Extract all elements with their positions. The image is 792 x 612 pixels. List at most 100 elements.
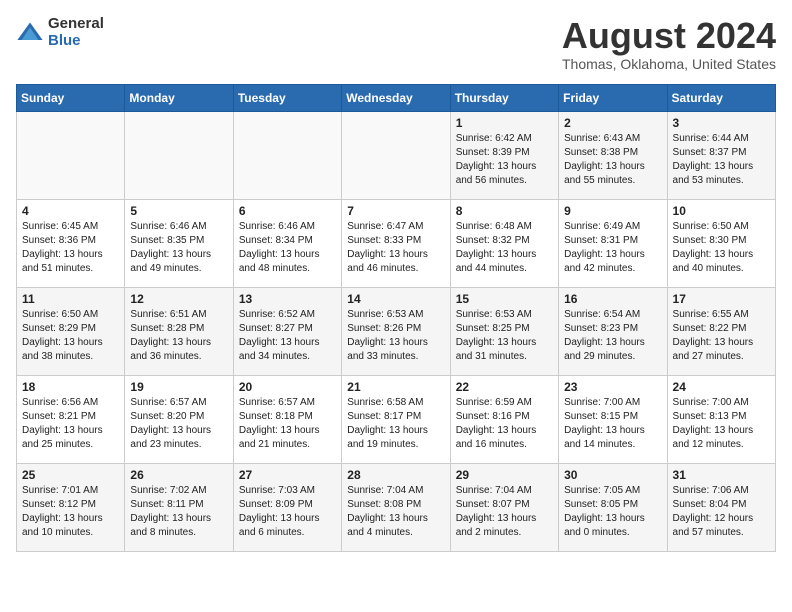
calendar-cell: 6Sunrise: 6:46 AM Sunset: 8:34 PM Daylig… bbox=[233, 199, 341, 287]
logo: General Blue bbox=[16, 16, 104, 49]
day-info: Sunrise: 7:00 AM Sunset: 8:15 PM Dayligh… bbox=[564, 396, 661, 452]
day-info: Sunrise: 6:58 AM Sunset: 8:17 PM Dayligh… bbox=[347, 396, 444, 452]
calendar-cell: 23 Sunrise: 7:00 AM Sunset: 8:15 PM Dayli… bbox=[559, 375, 667, 463]
day-number: 4 bbox=[22, 204, 119, 218]
day-number: 21 bbox=[347, 380, 444, 394]
calendar-cell: 11 Sunrise: 6:50 AM Sunset: 8:29 PM Dayli… bbox=[17, 287, 125, 375]
weekday-header-saturday: Saturday bbox=[667, 84, 775, 111]
day-number: 14 bbox=[347, 292, 444, 306]
calendar-table: SundayMondayTuesdayWednesdayThursdayFrid… bbox=[16, 84, 776, 552]
day-info: Sunrise: 6:50 AM Sunset: 8:29 PM Dayligh… bbox=[22, 308, 119, 364]
calendar-cell: 18 Sunrise: 6:56 AM Sunset: 8:21 PM Dayli… bbox=[17, 375, 125, 463]
day-info: Sunrise: 6:50 AM Sunset: 8:30 PM Dayligh… bbox=[673, 220, 770, 276]
day-info: Sunrise: 6:54 AM Sunset: 8:23 PM Dayligh… bbox=[564, 308, 661, 364]
weekday-header-thursday: Thursday bbox=[450, 84, 558, 111]
day-number: 28 bbox=[347, 468, 444, 482]
calendar-cell: 24 Sunrise: 7:00 AM Sunset: 8:13 PM Dayli… bbox=[667, 375, 775, 463]
weekday-header-monday: Monday bbox=[125, 84, 233, 111]
calendar-cell: 25 Sunrise: 7:01 AM Sunset: 8:12 PM Dayli… bbox=[17, 463, 125, 551]
day-number: 7 bbox=[347, 204, 444, 218]
calendar-cell: 15Sunrise: 6:53 AM Sunset: 8:25 PM Dayli… bbox=[450, 287, 558, 375]
day-number: 24 bbox=[673, 380, 770, 394]
day-info: Sunrise: 6:51 AM Sunset: 8:28 PM Dayligh… bbox=[130, 308, 227, 364]
calendar-cell: 27 Sunrise: 7:03 AM Sunset: 8:09 PM Dayli… bbox=[233, 463, 341, 551]
logo-icon bbox=[16, 19, 44, 47]
calendar-cell: 9 Sunrise: 6:49 AM Sunset: 8:31 PM Daylig… bbox=[559, 199, 667, 287]
month-year: August 2024 bbox=[562, 16, 776, 56]
day-info: Sunrise: 6:47 AM Sunset: 8:33 PM Dayligh… bbox=[347, 220, 444, 276]
day-info: Sunrise: 6:52 AM Sunset: 8:27 PM Dayligh… bbox=[239, 308, 336, 364]
calendar-cell: 8Sunrise: 6:48 AM Sunset: 8:32 PM Daylig… bbox=[450, 199, 558, 287]
page-header: General Blue August 2024 Thomas, Oklahom… bbox=[16, 16, 776, 72]
calendar-cell: 1Sunrise: 6:42 AM Sunset: 8:39 PM Daylig… bbox=[450, 111, 558, 199]
day-number: 18 bbox=[22, 380, 119, 394]
calendar-cell: 29Sunrise: 7:04 AM Sunset: 8:07 PM Dayli… bbox=[450, 463, 558, 551]
day-info: Sunrise: 7:02 AM Sunset: 8:11 PM Dayligh… bbox=[130, 484, 227, 540]
day-info: Sunrise: 7:00 AM Sunset: 8:13 PM Dayligh… bbox=[673, 396, 770, 452]
day-info: Sunrise: 6:44 AM Sunset: 8:37 PM Dayligh… bbox=[673, 132, 770, 188]
day-number: 30 bbox=[564, 468, 661, 482]
weekday-header-friday: Friday bbox=[559, 84, 667, 111]
calendar-cell: 22Sunrise: 6:59 AM Sunset: 8:16 PM Dayli… bbox=[450, 375, 558, 463]
day-info: Sunrise: 6:48 AM Sunset: 8:32 PM Dayligh… bbox=[456, 220, 553, 276]
calendar-cell: 19 Sunrise: 6:57 AM Sunset: 8:20 PM Dayli… bbox=[125, 375, 233, 463]
calendar-week-row-3: 11 Sunrise: 6:50 AM Sunset: 8:29 PM Dayli… bbox=[17, 287, 776, 375]
day-info: Sunrise: 6:42 AM Sunset: 8:39 PM Dayligh… bbox=[456, 132, 553, 188]
day-number: 16 bbox=[564, 292, 661, 306]
calendar-cell bbox=[342, 111, 450, 199]
day-number: 2 bbox=[564, 116, 661, 130]
calendar-week-row-2: 4 Sunrise: 6:45 AM Sunset: 8:36 PM Daylig… bbox=[17, 199, 776, 287]
day-info: Sunrise: 7:01 AM Sunset: 8:12 PM Dayligh… bbox=[22, 484, 119, 540]
calendar-week-row-5: 25 Sunrise: 7:01 AM Sunset: 8:12 PM Dayli… bbox=[17, 463, 776, 551]
day-info: Sunrise: 6:43 AM Sunset: 8:38 PM Dayligh… bbox=[564, 132, 661, 188]
day-number: 10 bbox=[673, 204, 770, 218]
day-number: 19 bbox=[130, 380, 227, 394]
calendar-cell: 2 Sunrise: 6:43 AM Sunset: 8:38 PM Daylig… bbox=[559, 111, 667, 199]
logo-blue: Blue bbox=[48, 33, 104, 50]
location: Thomas, Oklahoma, United States bbox=[562, 56, 776, 72]
calendar-cell: 5 Sunrise: 6:46 AM Sunset: 8:35 PM Daylig… bbox=[125, 199, 233, 287]
day-number: 31 bbox=[673, 468, 770, 482]
calendar-cell: 20Sunrise: 6:57 AM Sunset: 8:18 PM Dayli… bbox=[233, 375, 341, 463]
day-number: 9 bbox=[564, 204, 661, 218]
day-number: 27 bbox=[239, 468, 336, 482]
calendar-cell: 12Sunrise: 6:51 AM Sunset: 8:28 PM Dayli… bbox=[125, 287, 233, 375]
calendar-cell bbox=[125, 111, 233, 199]
calendar-cell: 3Sunrise: 6:44 AM Sunset: 8:37 PM Daylig… bbox=[667, 111, 775, 199]
day-info: Sunrise: 6:46 AM Sunset: 8:35 PM Dayligh… bbox=[130, 220, 227, 276]
day-number: 23 bbox=[564, 380, 661, 394]
day-info: Sunrise: 6:57 AM Sunset: 8:20 PM Dayligh… bbox=[130, 396, 227, 452]
calendar-cell: 30Sunrise: 7:05 AM Sunset: 8:05 PM Dayli… bbox=[559, 463, 667, 551]
day-number: 29 bbox=[456, 468, 553, 482]
day-info: Sunrise: 6:46 AM Sunset: 8:34 PM Dayligh… bbox=[239, 220, 336, 276]
calendar-cell: 13 Sunrise: 6:52 AM Sunset: 8:27 PM Dayli… bbox=[233, 287, 341, 375]
calendar-cell: 17 Sunrise: 6:55 AM Sunset: 8:22 PM Dayli… bbox=[667, 287, 775, 375]
day-number: 17 bbox=[673, 292, 770, 306]
calendar-cell: 14 Sunrise: 6:53 AM Sunset: 8:26 PM Dayli… bbox=[342, 287, 450, 375]
day-number: 20 bbox=[239, 380, 336, 394]
day-number: 25 bbox=[22, 468, 119, 482]
weekday-header-wednesday: Wednesday bbox=[342, 84, 450, 111]
calendar-cell: 26Sunrise: 7:02 AM Sunset: 8:11 PM Dayli… bbox=[125, 463, 233, 551]
day-number: 13 bbox=[239, 292, 336, 306]
calendar-cell: 7 Sunrise: 6:47 AM Sunset: 8:33 PM Daylig… bbox=[342, 199, 450, 287]
calendar-week-row-1: 1Sunrise: 6:42 AM Sunset: 8:39 PM Daylig… bbox=[17, 111, 776, 199]
day-info: Sunrise: 6:56 AM Sunset: 8:21 PM Dayligh… bbox=[22, 396, 119, 452]
calendar-week-row-4: 18 Sunrise: 6:56 AM Sunset: 8:21 PM Dayli… bbox=[17, 375, 776, 463]
calendar-cell: 4 Sunrise: 6:45 AM Sunset: 8:36 PM Daylig… bbox=[17, 199, 125, 287]
day-info: Sunrise: 7:06 AM Sunset: 8:04 PM Dayligh… bbox=[673, 484, 770, 540]
day-info: Sunrise: 6:49 AM Sunset: 8:31 PM Dayligh… bbox=[564, 220, 661, 276]
calendar-cell: 31 Sunrise: 7:06 AM Sunset: 8:04 PM Dayli… bbox=[667, 463, 775, 551]
day-number: 11 bbox=[22, 292, 119, 306]
day-info: Sunrise: 6:53 AM Sunset: 8:25 PM Dayligh… bbox=[456, 308, 553, 364]
day-info: Sunrise: 7:03 AM Sunset: 8:09 PM Dayligh… bbox=[239, 484, 336, 540]
weekday-header-row: SundayMondayTuesdayWednesdayThursdayFrid… bbox=[17, 84, 776, 111]
day-number: 5 bbox=[130, 204, 227, 218]
day-info: Sunrise: 6:45 AM Sunset: 8:36 PM Dayligh… bbox=[22, 220, 119, 276]
day-info: Sunrise: 6:55 AM Sunset: 8:22 PM Dayligh… bbox=[673, 308, 770, 364]
calendar-cell: 16 Sunrise: 6:54 AM Sunset: 8:23 PM Dayli… bbox=[559, 287, 667, 375]
calendar-cell: 10 Sunrise: 6:50 AM Sunset: 8:30 PM Dayli… bbox=[667, 199, 775, 287]
day-info: Sunrise: 6:53 AM Sunset: 8:26 PM Dayligh… bbox=[347, 308, 444, 364]
calendar-cell bbox=[233, 111, 341, 199]
calendar-cell: 28Sunrise: 7:04 AM Sunset: 8:08 PM Dayli… bbox=[342, 463, 450, 551]
